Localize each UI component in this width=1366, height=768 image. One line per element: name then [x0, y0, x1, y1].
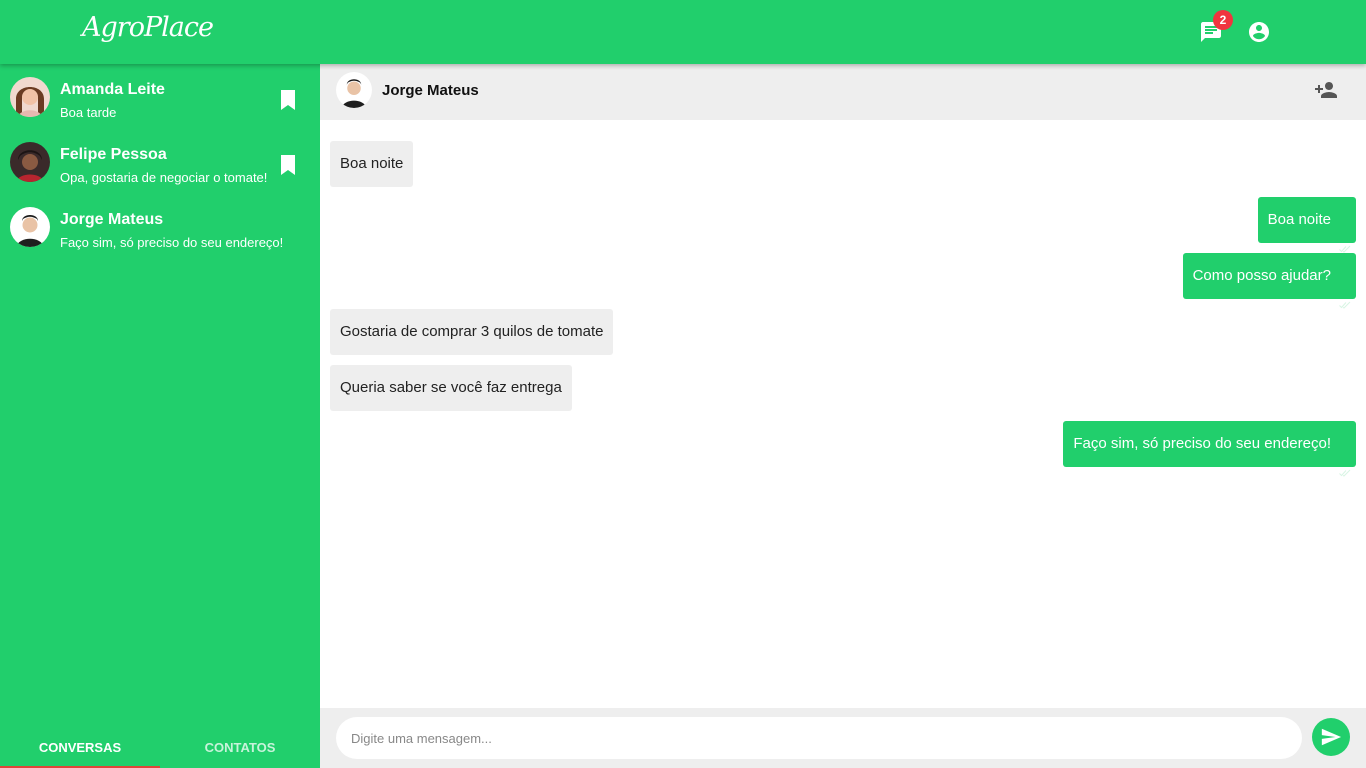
avatar [10, 207, 50, 247]
conversation-item-amanda-leite[interactable]: Amanda Leite Boa tarde [0, 64, 320, 128]
conversation-preview: Faço sim, só preciso do seu endereço! [60, 235, 284, 250]
message-text: Boa noite [1267, 211, 1331, 228]
double-check-icon [1339, 450, 1351, 477]
conversation-preview: Boa tarde [60, 105, 117, 120]
conversation-name: Jorge Mateus [60, 211, 164, 228]
chat-contact-name: Jorge Mateus [382, 82, 479, 99]
app-logo[interactable]: AgroPlace [82, 12, 214, 43]
message-text: Queria saber se você faz entrega [340, 379, 562, 396]
avatar[interactable] [336, 72, 372, 108]
messages-badge: 2 [1213, 10, 1233, 30]
message-composer [320, 708, 1366, 768]
send-icon [1321, 728, 1342, 746]
message-text: Boa noite [340, 155, 404, 172]
double-check-icon [1339, 282, 1351, 309]
avatar [10, 142, 50, 182]
message-text: Faço sim, só preciso do seu endereço! [1073, 435, 1331, 452]
message-text: Gostaria de comprar 3 quilos de tomate [340, 323, 604, 340]
tab-conversations[interactable]: CONVERSAS [0, 728, 160, 768]
message-input[interactable] [336, 717, 1302, 759]
account-icon[interactable] [1247, 20, 1271, 44]
bookmark-icon[interactable] [279, 90, 297, 110]
avatar [10, 77, 50, 117]
top-bar: AgroPlace 2 [0, 0, 1366, 64]
message-outgoing: Boa noite [1257, 197, 1356, 253]
chat-header: Jorge Mateus [320, 64, 1366, 120]
bookmark-icon[interactable] [279, 155, 297, 175]
conversation-item-felipe-pessoa[interactable]: Felipe Pessoa Opa, gostaria de negociar … [0, 129, 320, 193]
tab-contacts[interactable]: CONTATOS [160, 728, 320, 768]
message-incoming: Gostaria de comprar 3 quilos de tomate [330, 309, 614, 355]
conversation-preview: Opa, gostaria de negociar o tomate! [60, 170, 268, 185]
conversation-name: Amanda Leite [60, 81, 165, 98]
message-incoming: Queria saber se você faz entrega [330, 365, 572, 411]
message-incoming: Boa noite [330, 141, 414, 187]
send-button[interactable] [1312, 718, 1350, 756]
conversation-sidebar: Amanda Leite Boa tarde Felipe Pessoa Opa… [0, 64, 320, 768]
message-text: Como posso ajudar? [1192, 267, 1331, 284]
conversation-item-jorge-mateus[interactable]: Jorge Mateus Faço sim, só preciso do seu… [0, 194, 320, 258]
message-outgoing: Faço sim, só preciso do seu endereço! [1063, 421, 1356, 477]
message-outgoing: Como posso ajudar? [1182, 253, 1356, 309]
person-add-icon[interactable] [1313, 78, 1339, 102]
double-check-icon [1339, 226, 1351, 253]
conversation-name: Felipe Pessoa [60, 146, 167, 163]
